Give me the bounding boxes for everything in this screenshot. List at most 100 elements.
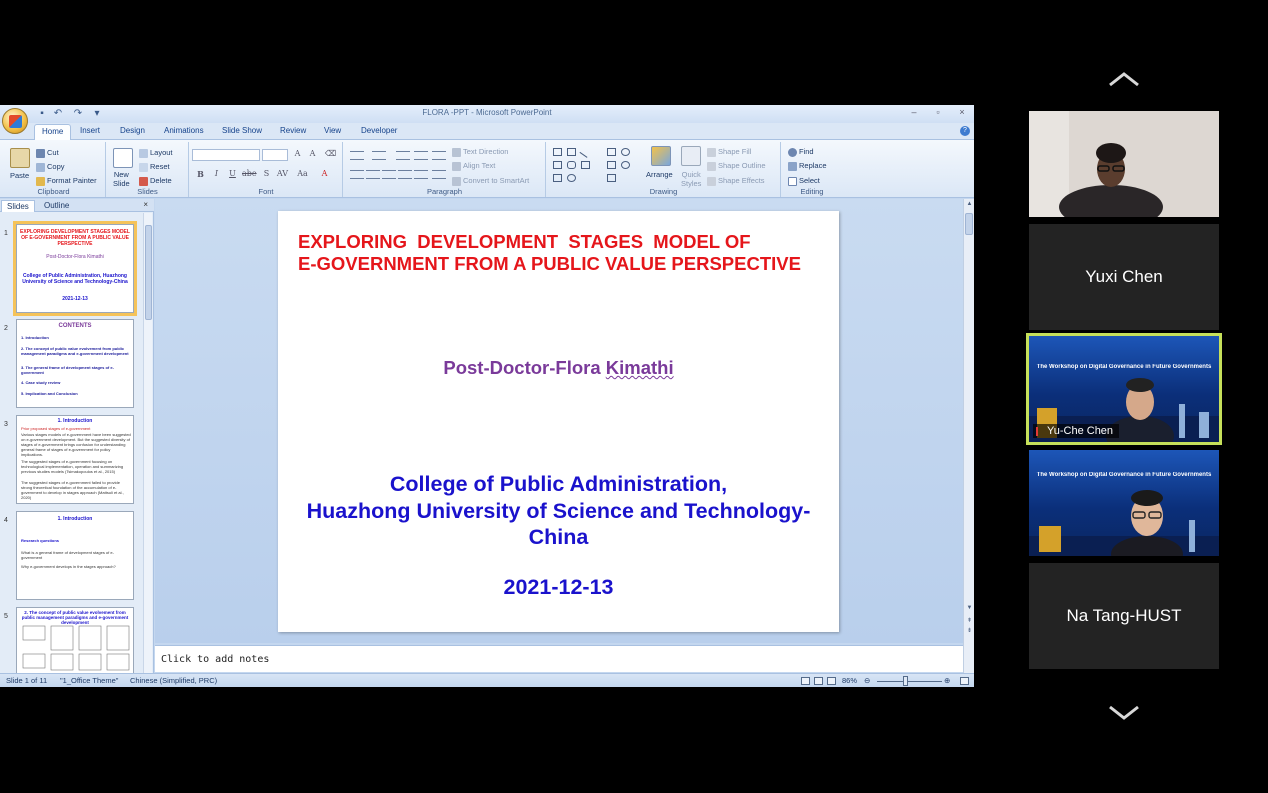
tab-developer[interactable]: Developer xyxy=(361,126,397,135)
shape-arrow-icon[interactable] xyxy=(607,161,616,169)
numbering-icon[interactable] xyxy=(372,151,386,160)
next-slide-icon[interactable]: ⇟ xyxy=(965,627,974,634)
maximize-icon[interactable]: ▫ xyxy=(931,107,945,117)
slide-thumbnail-1[interactable]: EXPLORING DEVELOPMENT STAGES MODEL OF E-… xyxy=(16,224,134,313)
quick-styles-button[interactable]: Quick Styles xyxy=(681,170,701,188)
shadow-icon[interactable]: S xyxy=(260,169,273,178)
zoom-level[interactable]: 86% xyxy=(842,676,857,685)
align-left-icon[interactable] xyxy=(350,170,364,179)
arrange-button[interactable]: Arrange xyxy=(646,170,673,179)
tab-design[interactable]: Design xyxy=(120,126,145,135)
participant-tile-yu-che-chen[interactable]: The Workshop on Digital Governance in Fu… xyxy=(1026,333,1222,445)
justify-icon[interactable] xyxy=(398,170,412,179)
language[interactable]: Chinese (Simplified, PRC) xyxy=(130,676,217,685)
font-name-combo[interactable] xyxy=(192,149,260,161)
select-button[interactable]: Select xyxy=(788,176,820,186)
change-case-icon[interactable]: Aa xyxy=(296,169,309,178)
scroll-down-icon[interactable]: ▼ xyxy=(965,605,974,611)
notes-pane[interactable]: Click to add notes xyxy=(155,645,963,672)
current-slide[interactable]: EXPLORING DEVELOPMENT STAGES MODEL OF E-… xyxy=(278,211,839,632)
tab-outline[interactable]: Outline xyxy=(39,200,74,212)
chevron-up-icon[interactable] xyxy=(1107,70,1141,88)
slide-thumbnail-2[interactable]: CONTENTS 1. Introduction 2. The concept … xyxy=(16,319,134,408)
line-spacing-icon[interactable] xyxy=(432,151,446,160)
italic-icon[interactable]: I xyxy=(210,169,223,178)
clear-format-icon[interactable]: ⌫ xyxy=(324,149,337,158)
tab-slides[interactable]: Slides xyxy=(1,200,35,212)
new-slide-button[interactable]: New Slide xyxy=(113,170,130,188)
shape-connector-icon[interactable] xyxy=(581,161,590,169)
tab-animations[interactable]: Animations xyxy=(164,126,204,135)
shape-effects-button[interactable]: Shape Effects xyxy=(707,176,765,186)
panel-scrollbar[interactable] xyxy=(143,213,152,675)
cut-button[interactable]: Cut xyxy=(36,148,59,158)
participant-tile-banner[interactable]: The Workshop on Digital Governance in Fu… xyxy=(1029,450,1219,556)
bold-icon[interactable]: B xyxy=(194,169,207,179)
font-size-combo[interactable] xyxy=(262,149,288,161)
bullets-icon[interactable] xyxy=(350,151,364,160)
font-color-icon[interactable]: A xyxy=(318,169,331,178)
zoom-in-icon[interactable]: ⊕ xyxy=(944,676,950,685)
paste-button[interactable]: Paste xyxy=(10,171,29,180)
zoom-slider-knob[interactable] xyxy=(903,676,909,686)
convert-smartart-button[interactable]: Convert to SmartArt xyxy=(452,176,529,186)
slide-thumbnail-4[interactable]: 1. Introduction Research questions What … xyxy=(16,511,134,600)
decrease-indent-icon[interactable] xyxy=(396,151,410,160)
align-right-icon[interactable] xyxy=(382,170,396,179)
tab-view[interactable]: View xyxy=(324,126,341,135)
participant-tile-self[interactable] xyxy=(1029,111,1219,217)
shape-brace-icon[interactable] xyxy=(607,174,616,182)
shape-arrow-down-icon[interactable] xyxy=(621,161,630,169)
new-slide-icon[interactable] xyxy=(113,148,133,168)
slide-sorter-icon[interactable] xyxy=(814,677,823,685)
format-painter-button[interactable]: Format Painter xyxy=(36,176,97,186)
editor-scroll-thumb[interactable] xyxy=(965,213,973,235)
chevron-down-icon[interactable] xyxy=(1107,704,1141,722)
editor-scrollbar[interactable]: ▲ ▼ ⇞ ⇟ xyxy=(963,199,974,677)
participant-tile-yuxi-chen[interactable]: Yuxi Chen xyxy=(1029,224,1219,330)
paste-icon[interactable] xyxy=(10,148,30,168)
shape-rect2-icon[interactable] xyxy=(553,161,562,169)
shape-curve-icon[interactable] xyxy=(567,174,576,182)
participant-tile-na-tang[interactable]: Na Tang-HUST xyxy=(1029,563,1219,669)
quick-styles-icon[interactable] xyxy=(681,146,701,166)
align-center-icon[interactable] xyxy=(366,170,380,179)
minimize-icon[interactable]: – xyxy=(907,107,921,117)
shape-textbox-icon[interactable] xyxy=(553,148,562,156)
spacing-icon[interactable]: AV xyxy=(276,169,289,178)
align-text-button[interactable]: Align Text xyxy=(452,161,495,171)
shrink-font-icon[interactable]: A xyxy=(306,149,319,158)
slide-date[interactable]: 2021-12-13 xyxy=(278,575,839,600)
strikethrough-icon[interactable]: abe xyxy=(242,169,257,178)
shape-pentagon-icon[interactable] xyxy=(553,174,562,182)
shape-oval-icon[interactable] xyxy=(621,148,630,156)
text-direction-button[interactable]: Text Direction xyxy=(452,147,508,157)
scroll-up-icon[interactable]: ▲ xyxy=(965,201,974,207)
help-icon[interactable]: ? xyxy=(960,126,970,136)
close-icon[interactable]: × xyxy=(955,107,969,117)
shape-outline-button[interactable]: Shape Outline xyxy=(707,161,766,171)
shape-textbox-vertical-icon[interactable] xyxy=(567,148,576,156)
grow-font-icon[interactable]: A xyxy=(291,149,304,158)
zoom-out-icon[interactable]: ⊖ xyxy=(864,676,870,685)
reset-button[interactable]: Reset xyxy=(139,162,170,172)
fit-window-icon[interactable] xyxy=(960,677,969,685)
delete-button[interactable]: Delete xyxy=(139,176,172,186)
zoom-slider[interactable] xyxy=(877,681,942,682)
shape-line-icon[interactable] xyxy=(579,146,592,158)
shape-rectangle-icon[interactable] xyxy=(607,148,616,156)
panel-scroll-thumb[interactable] xyxy=(145,225,152,320)
office-button[interactable] xyxy=(2,108,28,134)
columns-icon[interactable] xyxy=(414,170,428,179)
panel-close-icon[interactable]: × xyxy=(143,200,148,209)
slide-show-icon[interactable] xyxy=(827,677,836,685)
underline-icon[interactable]: U xyxy=(226,169,239,178)
slide-thumbnail-3[interactable]: 1. Introduction Prior proposed stages of… xyxy=(16,415,134,504)
previous-slide-icon[interactable]: ⇞ xyxy=(965,617,974,624)
shape-triangle-icon[interactable] xyxy=(567,161,576,169)
replace-button[interactable]: Replace xyxy=(788,161,827,171)
column-menu-icon[interactable] xyxy=(432,170,446,179)
tab-insert[interactable]: Insert xyxy=(80,126,100,135)
tab-home[interactable]: Home xyxy=(34,124,72,140)
copy-button[interactable]: Copy xyxy=(36,162,65,172)
